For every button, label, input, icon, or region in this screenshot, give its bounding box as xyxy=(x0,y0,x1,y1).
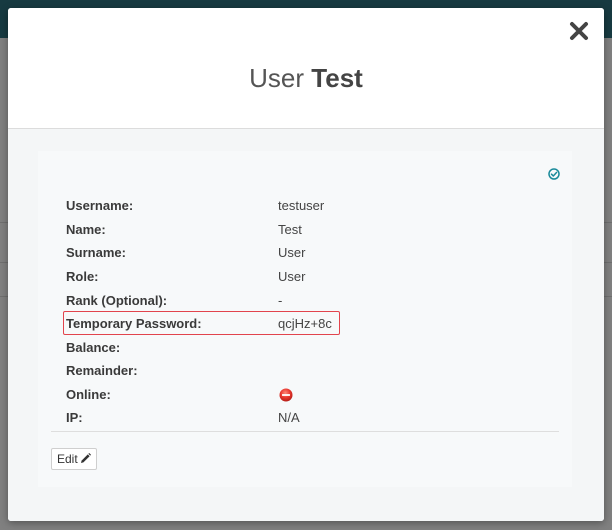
value-temporary-password: qcjHz+8c xyxy=(278,316,332,331)
panel-divider xyxy=(51,431,559,432)
label-remainder: Remainder: xyxy=(66,363,138,378)
label-role: Role: xyxy=(66,269,99,284)
value-ip: N/A xyxy=(278,410,300,425)
info-row-balance: Balance: xyxy=(66,337,546,359)
label-rank: Rank (Optional): xyxy=(66,293,168,308)
info-row-role: Role: User xyxy=(66,266,546,288)
label-balance: Balance: xyxy=(66,340,121,355)
close-button[interactable] xyxy=(568,20,590,42)
modal-header: User Test xyxy=(8,8,604,129)
info-row-remainder: Remainder: xyxy=(66,360,546,382)
info-row-online: Online: xyxy=(66,384,546,406)
info-row-username: Username: testuser xyxy=(66,195,546,217)
value-surname: User xyxy=(278,245,306,260)
info-row-ip: IP: N/A xyxy=(66,407,546,429)
value-username: testuser xyxy=(278,198,325,213)
label-ip: IP: xyxy=(66,410,83,425)
close-icon xyxy=(570,22,588,40)
user-details-modal: User Test Username: testuser Name: Test … xyxy=(8,8,604,521)
edit-button-label: Edit xyxy=(57,452,78,466)
check-circle-icon xyxy=(548,168,560,180)
info-row-surname: Surname: User xyxy=(66,242,546,264)
info-row-temporary-password: Temporary Password: qcjHz+8c xyxy=(66,313,546,335)
label-temporary-password: Temporary Password: xyxy=(66,316,202,331)
info-row-name: Name: Test xyxy=(66,219,546,241)
modal-body: Username: testuser Name: Test Surname: U… xyxy=(8,129,604,521)
info-row-rank: Rank (Optional): - xyxy=(66,290,546,312)
label-name: Name: xyxy=(66,222,106,237)
user-info-panel: Username: testuser Name: Test Surname: U… xyxy=(38,151,572,487)
modal-title: User Test xyxy=(8,63,604,93)
red-status-dot-icon xyxy=(279,388,293,402)
label-online: Online: xyxy=(66,387,111,402)
title-prefix: User xyxy=(249,63,305,93)
value-rank: - xyxy=(278,293,283,308)
label-username: Username: xyxy=(66,198,134,213)
label-surname: Surname: xyxy=(66,245,126,260)
title-user-name: Test xyxy=(311,63,363,93)
value-role: User xyxy=(278,269,306,284)
value-name: Test xyxy=(278,222,302,237)
edit-button[interactable]: Edit xyxy=(51,448,97,470)
pencil-icon xyxy=(81,453,91,463)
